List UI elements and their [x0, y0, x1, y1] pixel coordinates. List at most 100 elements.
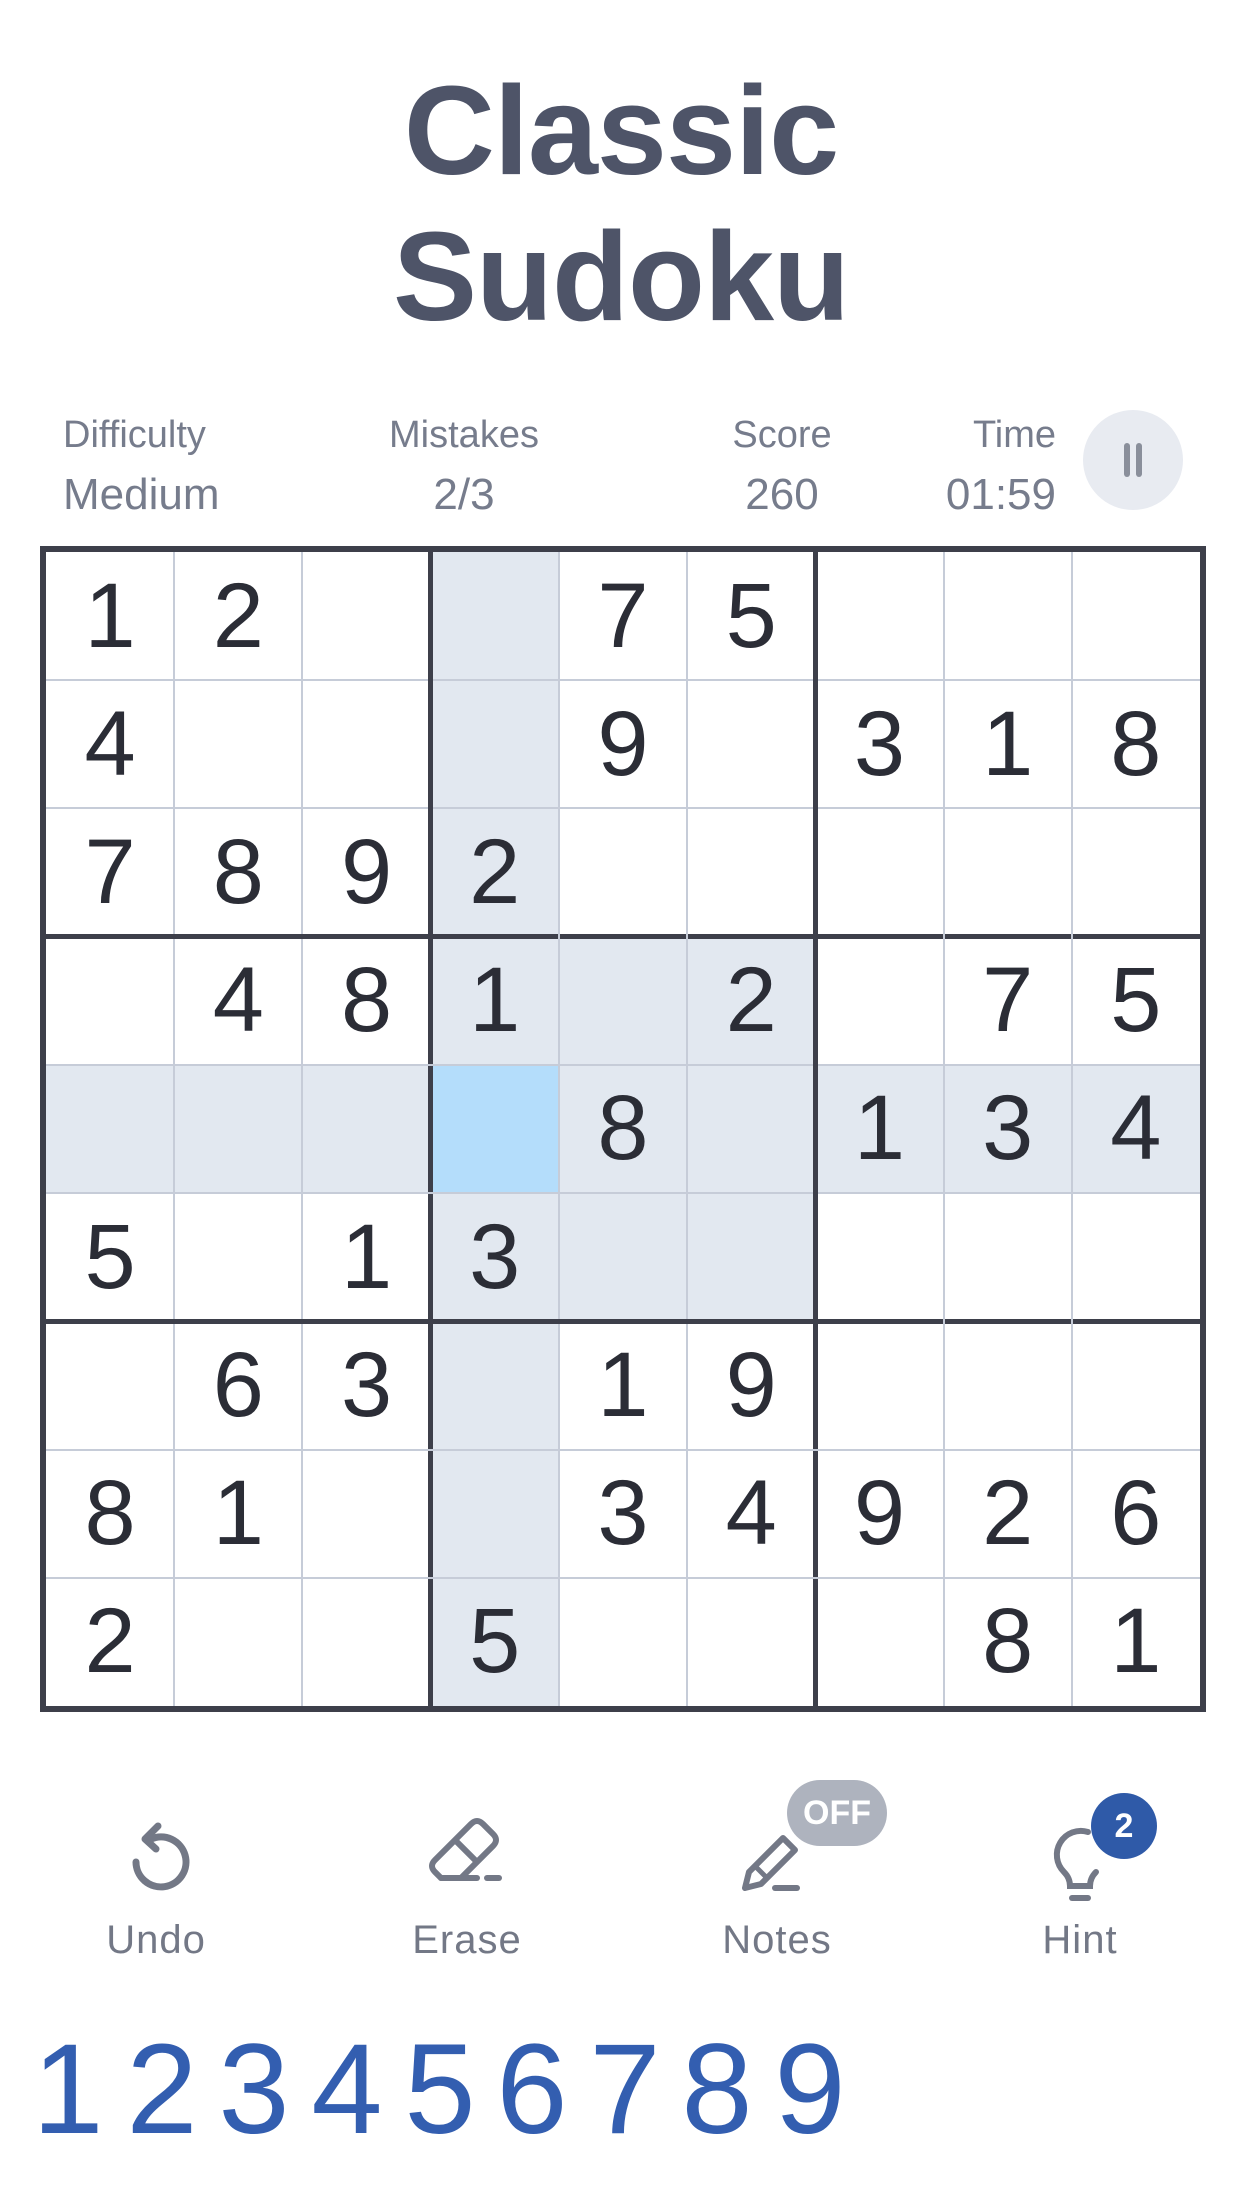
cell-divider-vertical	[173, 552, 176, 1706]
board-cell[interactable]: 1	[815, 1064, 944, 1194]
board-cell[interactable]: 1	[46, 552, 174, 680]
board-cell[interactable]: 7	[559, 552, 687, 680]
board-cell[interactable]	[302, 552, 430, 680]
board-cell[interactable]: 5	[430, 1577, 559, 1706]
board-cell[interactable]: 1	[430, 936, 559, 1065]
board-cell[interactable]: 5	[46, 1193, 174, 1321]
board-cell[interactable]	[558, 1193, 688, 1322]
board-cell[interactable]	[944, 1321, 1072, 1449]
board-cell[interactable]	[302, 1578, 430, 1706]
board-cell[interactable]	[1072, 552, 1200, 680]
board-cell[interactable]: 9	[815, 1450, 943, 1578]
board-cell[interactable]	[687, 808, 815, 936]
board-cell[interactable]: 1	[302, 1193, 430, 1321]
board-cell[interactable]: 8	[174, 808, 302, 936]
board-cell[interactable]	[302, 1450, 430, 1578]
board-cell[interactable]: 4	[687, 1450, 815, 1578]
difficulty-stat: Difficulty Medium	[63, 405, 220, 525]
cell-divider-vertical	[686, 552, 689, 1706]
cell-divider-horizontal	[46, 1192, 1200, 1195]
board-cell[interactable]	[687, 1578, 815, 1706]
board-cell[interactable]: 4	[46, 680, 174, 808]
board-cell[interactable]: 1	[944, 680, 1072, 808]
board-cell[interactable]: 3	[430, 1193, 559, 1322]
board-cell[interactable]	[944, 552, 1072, 680]
title-line-2: Sudoku	[393, 206, 850, 347]
board-cell[interactable]	[430, 1449, 559, 1578]
board-cell[interactable]	[815, 1193, 943, 1321]
board-cell[interactable]	[558, 936, 688, 1065]
board-cell[interactable]: 8	[558, 1064, 688, 1194]
board-cell[interactable]	[174, 1193, 302, 1321]
board-cell[interactable]: 2	[430, 808, 559, 937]
time-stat: Time 01:59	[900, 405, 1056, 525]
board-cell[interactable]: 3	[302, 1321, 430, 1449]
board-cell[interactable]	[687, 680, 815, 808]
board-cell[interactable]: 5	[1072, 937, 1200, 1065]
board-cell[interactable]	[815, 1578, 943, 1706]
board-cell[interactable]: 2	[687, 936, 816, 1065]
board-cell[interactable]: 3	[815, 680, 943, 808]
board-cell[interactable]	[944, 808, 1072, 936]
board-cell[interactable]	[302, 680, 430, 808]
board-cell[interactable]: 3	[943, 1064, 1072, 1194]
board-cell[interactable]: 8	[302, 937, 430, 1065]
board-cell[interactable]: 1	[1072, 1578, 1200, 1706]
board-cell[interactable]	[430, 680, 559, 809]
board-cell[interactable]: 9	[559, 680, 687, 808]
board-cell[interactable]	[687, 1193, 816, 1322]
pause-button[interactable]	[1083, 410, 1183, 510]
board-cell[interactable]: 6	[1072, 1450, 1200, 1578]
board-cell[interactable]: 1	[559, 1321, 687, 1449]
board-cell[interactable]: 9	[687, 1321, 815, 1449]
notes-button[interactable]: OFF Notes	[677, 1780, 887, 1970]
board-cell[interactable]: 1	[174, 1450, 302, 1578]
board-cell[interactable]	[815, 1321, 943, 1449]
board-cell[interactable]: 8	[46, 1450, 174, 1578]
box-divider-vertical	[812, 552, 818, 1706]
board-cell[interactable]	[687, 1064, 816, 1194]
board-cell[interactable]: 8	[1072, 680, 1200, 808]
board-cell[interactable]: 5	[687, 552, 815, 680]
board-cell[interactable]	[1072, 1321, 1200, 1449]
erase-button[interactable]: Erase	[367, 1780, 567, 1970]
board-cell[interactable]	[559, 808, 687, 936]
cell-divider-horizontal	[46, 679, 1200, 682]
board-cell[interactable]	[46, 1321, 174, 1449]
board-cell[interactable]	[815, 552, 943, 680]
board-cell[interactable]	[815, 937, 943, 1065]
board-cell[interactable]: 7	[46, 808, 174, 936]
board-cell[interactable]	[1072, 1193, 1200, 1321]
board-cell-selected[interactable]	[430, 1064, 559, 1194]
board-cell[interactable]	[46, 937, 174, 1065]
number-key-9[interactable]: 9	[745, 2010, 875, 2170]
board-cell[interactable]	[1072, 808, 1200, 936]
board-cell[interactable]: 6	[174, 1321, 302, 1449]
board-cell[interactable]: 4	[1071, 1064, 1200, 1194]
board-cell[interactable]: 9	[302, 808, 430, 936]
board-cell[interactable]	[174, 680, 302, 808]
score-stat: Score 260	[682, 405, 882, 525]
pause-icon	[1124, 443, 1142, 477]
undo-button[interactable]: Undo	[56, 1780, 256, 1970]
board-cell[interactable]	[302, 1064, 431, 1194]
board-cell[interactable]: 4	[174, 937, 302, 1065]
board-cell[interactable]: 3	[559, 1450, 687, 1578]
board-cell[interactable]: 7	[944, 937, 1072, 1065]
board-cell[interactable]: 2	[944, 1450, 1072, 1578]
hint-button[interactable]: 2 Hint	[980, 1780, 1180, 1970]
board-cell[interactable]	[174, 1064, 303, 1194]
cell-divider-vertical	[1070, 552, 1073, 1706]
board-cell[interactable]	[559, 1578, 687, 1706]
board-cell[interactable]	[174, 1578, 302, 1706]
board-cell[interactable]	[430, 552, 559, 681]
board-cell[interactable]	[815, 808, 943, 936]
board-cell[interactable]: 2	[46, 1578, 174, 1706]
cell-divider-horizontal	[46, 1063, 1200, 1066]
board-cell[interactable]: 2	[174, 552, 302, 680]
cell-divider-vertical	[942, 552, 945, 1706]
board-cell[interactable]	[46, 1064, 175, 1194]
board-cell[interactable]	[430, 1321, 559, 1450]
board-cell[interactable]	[944, 1193, 1072, 1321]
board-cell[interactable]: 8	[944, 1578, 1072, 1706]
